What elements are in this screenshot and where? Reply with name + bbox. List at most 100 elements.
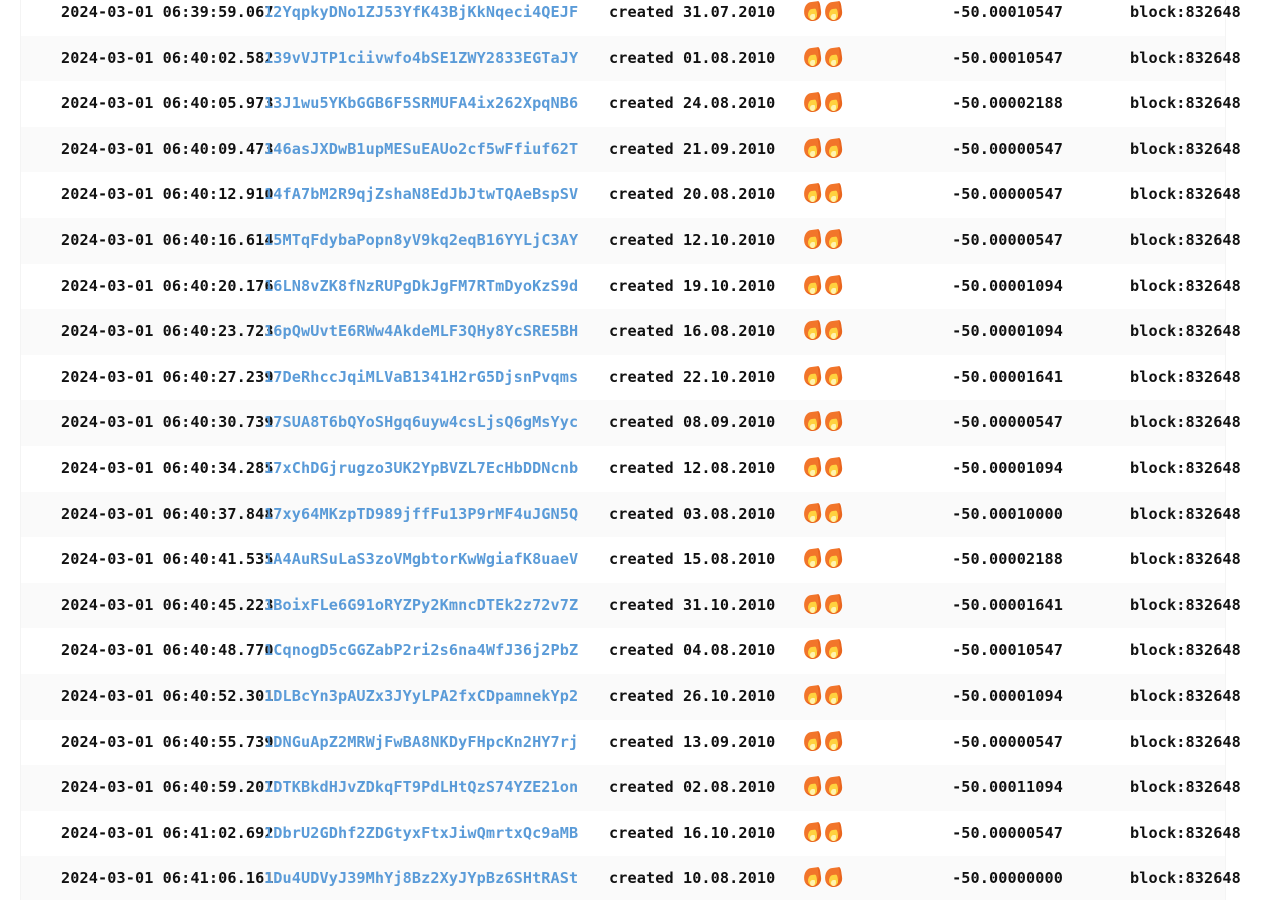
log-viewport[interactable]: 2024-03-01 06:39:59.067 12YqpkyDNo1ZJ53Yf… xyxy=(0,0,1280,900)
row-block-height[interactable]: block:832648 xyxy=(1077,0,1241,36)
row-block-height[interactable]: block:832648 xyxy=(1077,36,1241,82)
row-block-height[interactable]: block:832648 xyxy=(1077,720,1241,766)
row-amount: -50.00000547 xyxy=(952,230,1063,249)
fire-icon xyxy=(802,684,823,706)
row-address-link[interactable]: 17SUA8T6bQYoSHgq6uyw4csLjsQ6gMsYyc xyxy=(264,400,609,446)
row-created-date: created 19.10.2010 xyxy=(609,276,776,295)
table-row[interactable]: 2024-03-01 06:40:41.535 1A4AuRSuLaS3zoVMg… xyxy=(21,537,1241,583)
table-row[interactable]: 2024-03-01 06:40:45.223 1BoixFLe6G91oRYZP… xyxy=(21,582,1241,629)
row-timestamp: 2024-03-01 06:40:55.739 xyxy=(61,732,274,751)
table-row[interactable]: 2024-03-01 06:40:59.207 1DTKBkdHJvZDkqFT9… xyxy=(21,765,1241,811)
row-block-height[interactable]: block:832648 xyxy=(1077,309,1241,355)
row-flame-indicators xyxy=(802,492,877,538)
row-block-height[interactable]: block:832648 xyxy=(1077,765,1241,811)
row-timestamp: 2024-03-01 06:41:06.161 xyxy=(61,869,274,888)
row-amount: -50.00010547 xyxy=(952,641,1063,660)
table-row[interactable]: 2024-03-01 06:40:09.473 146asJXDwB1upMESu… xyxy=(21,126,1241,173)
row-address-link[interactable]: 15MTqFdybaPopn8yV9kq2eqB16YYLjC3AY xyxy=(264,218,609,264)
row-address-link[interactable]: 146asJXDwB1upMESuEAUo2cf5wFfiuf62T xyxy=(264,127,609,173)
fire-icon xyxy=(802,0,823,23)
fire-icon xyxy=(823,502,844,524)
row-timestamp: 2024-03-01 06:40:23.723 xyxy=(61,322,274,341)
row-address-link[interactable]: 16pQwUvtE6RWw4AkdeMLF3QHy8YcSRE5BH xyxy=(264,309,609,355)
row-block-height[interactable]: block:832648 xyxy=(1077,856,1241,900)
row-address-link[interactable]: 17xy64MKzpTD989jffFu13P9rMF4uJGN5Q xyxy=(264,492,609,538)
fire-icon xyxy=(802,548,823,570)
table-row[interactable]: 2024-03-01 06:40:02.582 139vVJTP1ciivwfo4… xyxy=(21,35,1241,82)
row-created-date: created 20.08.2010 xyxy=(609,185,776,204)
fire-icon xyxy=(823,137,844,159)
row-address-link[interactable]: 16LN8vZK8fNzRUPgDkJgFM7RTmDyoKzS9d xyxy=(264,264,609,310)
table-row[interactable]: 2024-03-01 06:40:30.739 17SUA8T6bQYoSHgq6… xyxy=(21,400,1241,446)
row-created-date: created 24.08.2010 xyxy=(609,94,776,113)
row-block-height[interactable]: block:832648 xyxy=(1077,674,1241,720)
table-row[interactable]: 2024-03-01 06:41:06.161 1Du4UDVyJ39MhYj8B… xyxy=(21,856,1241,900)
row-block-height[interactable]: block:832648 xyxy=(1077,492,1241,538)
fire-icon xyxy=(823,639,844,661)
fire-icon xyxy=(802,183,823,205)
table-row[interactable]: 2024-03-01 06:41:02.692 1DbrU2GDhf2ZDGtyx… xyxy=(21,810,1241,857)
row-created-date: created 22.10.2010 xyxy=(609,367,776,386)
table-row[interactable]: 2024-03-01 06:39:59.067 12YqpkyDNo1ZJ53Yf… xyxy=(21,0,1241,36)
row-address-link[interactable]: 17DeRhccJqiMLVaB1341H2rG5DjsnPvqms xyxy=(264,355,609,401)
fire-icon xyxy=(802,320,823,342)
row-created-date: created 31.10.2010 xyxy=(609,595,776,614)
table-row[interactable]: 2024-03-01 06:40:52.301 1DLBcYn3pAUZx3JYy… xyxy=(21,673,1241,720)
table-row[interactable]: 2024-03-01 06:40:20.176 16LN8vZK8fNzRUPgD… xyxy=(21,263,1241,310)
row-block-height[interactable]: block:832648 xyxy=(1077,583,1241,629)
fire-icon xyxy=(802,776,823,798)
row-address-link[interactable]: 14fA7bM2R9qjZshaN8EdJbJtwTQAeBspSV xyxy=(264,172,609,218)
table-row[interactable]: 2024-03-01 06:40:05.973 13J1wu5YKbGGB6F5S… xyxy=(21,81,1241,127)
row-address-link[interactable]: 139vVJTP1ciivwfo4bSE1ZWY2833EGTaJY xyxy=(264,36,609,82)
row-address-link[interactable]: 12YqpkyDNo1ZJ53YfK43BjKkNqeci4QEJF xyxy=(264,0,609,36)
row-address-link[interactable]: 1DLBcYn3pAUZx3JYyLPA2fxCDpamnekYp2 xyxy=(264,674,609,720)
row-block-height[interactable]: block:832648 xyxy=(1077,628,1241,674)
row-address-link[interactable]: 1Du4UDVyJ39MhYj8Bz2XyJYpBz6SHtRASt xyxy=(264,856,609,900)
row-block-height[interactable]: block:832648 xyxy=(1077,446,1241,492)
row-block-height[interactable]: block:832648 xyxy=(1077,811,1241,857)
table-row[interactable]: 2024-03-01 06:40:23.723 16pQwUvtE6RWw4Akd… xyxy=(21,309,1241,355)
row-address-link[interactable]: 17xChDGjrugzo3UK2YpBVZL7EcHbDDNcnb xyxy=(264,446,609,492)
table-row[interactable]: 2024-03-01 06:40:16.614 15MTqFdybaPopn8yV… xyxy=(21,217,1241,264)
row-block-height[interactable]: block:832648 xyxy=(1077,400,1241,446)
table-row[interactable]: 2024-03-01 06:40:34.285 17xChDGjrugzo3UK2… xyxy=(21,445,1241,492)
row-timestamp: 2024-03-01 06:40:59.207 xyxy=(61,778,274,797)
fire-icon xyxy=(823,183,844,205)
row-address-link[interactable]: 1A4AuRSuLaS3zoVMgbtorKwWgiafK8uaeV xyxy=(264,537,609,583)
row-timestamp: 2024-03-01 06:40:20.176 xyxy=(61,276,274,295)
table-row[interactable]: 2024-03-01 06:40:55.739 1DNGuApZ2MRWjFwBA… xyxy=(21,719,1241,766)
row-address-link[interactable]: 1DNGuApZ2MRWjFwBA8NKDyFHpcKn2HY7rj xyxy=(264,720,609,766)
row-address-link[interactable]: 1DbrU2GDhf2ZDGtyxFtxJiwQmrtxQc9aMB xyxy=(264,811,609,857)
table-row[interactable]: 2024-03-01 06:40:48.770 1CqnogD5cGGZabP2r… xyxy=(21,628,1241,674)
fire-icon xyxy=(802,92,823,114)
row-address-link[interactable]: 1DTKBkdHJvZDkqFT9PdLHtQzS74YZE21on xyxy=(264,765,609,811)
row-address-link[interactable]: 1BoixFLe6G91oRYZPy2KmncDTEk2z72v7Z xyxy=(264,583,609,629)
fire-icon xyxy=(823,365,844,387)
row-block-height[interactable]: block:832648 xyxy=(1077,537,1241,583)
row-block-height[interactable]: block:832648 xyxy=(1077,218,1241,264)
row-address-link[interactable]: 13J1wu5YKbGGB6F5SRMUFA4ix262XpqNB6 xyxy=(264,81,609,127)
row-created-date: created 08.09.2010 xyxy=(609,413,776,432)
row-block-height[interactable]: block:832648 xyxy=(1077,355,1241,401)
fire-icon xyxy=(823,821,844,843)
row-block-height[interactable]: block:832648 xyxy=(1077,81,1241,127)
transaction-log-list: 2024-03-01 06:39:59.067 12YqpkyDNo1ZJ53Yf… xyxy=(20,0,1241,900)
row-amount: -50.00002188 xyxy=(952,550,1063,569)
row-amount: -50.00002188 xyxy=(952,94,1063,113)
row-block-height[interactable]: block:832648 xyxy=(1077,127,1241,173)
fire-icon xyxy=(802,639,823,661)
row-flame-indicators xyxy=(802,811,877,857)
fire-icon xyxy=(823,456,844,479)
row-block-height[interactable]: block:832648 xyxy=(1077,264,1241,310)
row-block-height[interactable]: block:832648 xyxy=(1077,172,1241,218)
row-flame-indicators xyxy=(802,355,877,401)
fire-icon xyxy=(802,365,823,387)
row-timestamp: 2024-03-01 06:40:05.973 xyxy=(61,94,274,113)
row-timestamp: 2024-03-01 06:40:48.770 xyxy=(61,641,274,660)
table-row[interactable]: 2024-03-01 06:40:37.848 17xy64MKzpTD989jf… xyxy=(21,491,1241,538)
row-address-link[interactable]: 1CqnogD5cGGZabP2ri2s6na4WfJ36j2PbZ xyxy=(264,628,609,674)
table-row[interactable]: 2024-03-01 06:40:12.910 14fA7bM2R9qjZshaN… xyxy=(21,172,1241,218)
table-row[interactable]: 2024-03-01 06:40:27.239 17DeRhccJqiMLVaB1… xyxy=(21,354,1241,401)
row-amount: -50.00000547 xyxy=(952,185,1063,204)
fire-icon xyxy=(802,821,823,843)
